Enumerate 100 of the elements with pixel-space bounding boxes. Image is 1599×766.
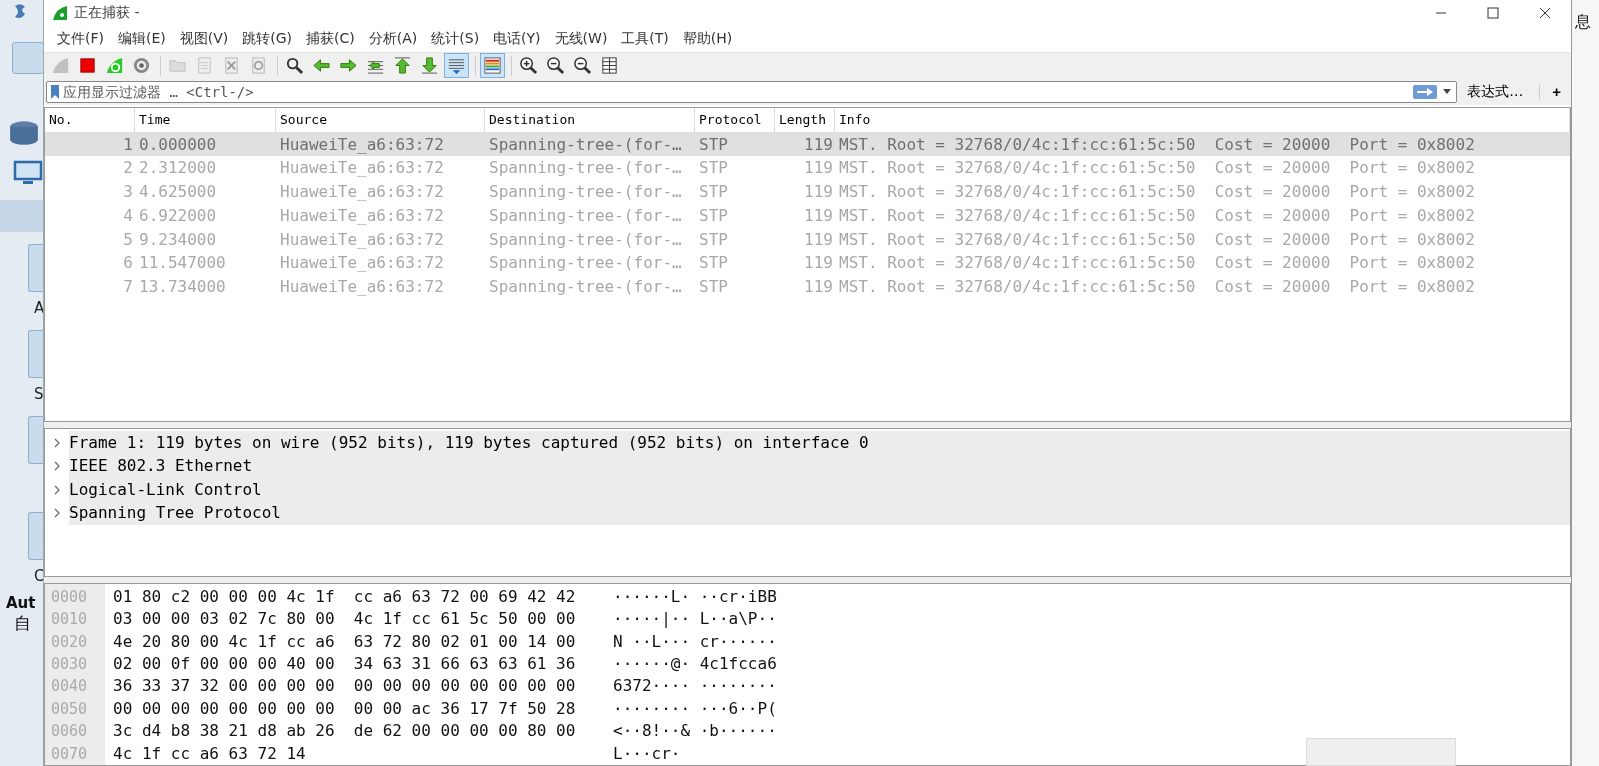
hex-bytes: 36 33 37 32 00 00 00 00 00 00 00 00 00 00 00 00 [113, 675, 577, 698]
tree-item[interactable]: Frame 1: 119 bytes on wire (952 bits), 119 bytes captured (952 bits) on interface 0 [69, 430, 1570, 455]
table-cell-text: 2.312000 [138, 157, 218, 180]
table-cell-text: 0.000000 [138, 133, 218, 156]
menu-item[interactable]: 工具(T) [614, 29, 676, 48]
table-cell-text: HuaweiTe_a6:63:72 [279, 204, 445, 227]
table-cell-text: 2 [122, 157, 134, 180]
menu-item[interactable]: 编辑(E) [111, 29, 173, 48]
ascii-text: ······@· 4c1fcca6 [613, 652, 777, 675]
add-filter-button[interactable]: + [1546, 83, 1567, 101]
device-label: C [34, 566, 43, 586]
filter-input[interactable]: 应用显示过滤器 … <Ctrl-/> [63, 83, 1414, 100]
table-cell-text: Spanning-tree-(for-… [488, 157, 683, 180]
table-cell-text: 4 [122, 204, 134, 227]
chevron-icon[interactable] [53, 508, 61, 518]
table-cell-text: HuaweiTe_a6:63:72 [279, 181, 445, 204]
byte-offset: 0000 [50, 586, 89, 608]
table-cell-text: STP [698, 204, 729, 227]
table-cell-text: 3 [122, 181, 134, 204]
table-cell-text: STP [698, 252, 729, 275]
table-cell-text: STP [698, 228, 729, 251]
table-cell-text: 119 [803, 252, 834, 275]
ascii-text: ·····|·· L··a\P·· [613, 608, 777, 631]
menu-item[interactable]: 电话(Y) [486, 29, 548, 48]
chevron-icon[interactable] [53, 437, 61, 448]
table-cell-text: 119 [803, 133, 834, 156]
hex-bytes: 03 00 00 03 02 7c 80 00 4c 1f cc 61 5c 50 00 00 [113, 608, 577, 631]
table-cell-text: HuaweiTe_a6:63:72 [279, 157, 445, 180]
ascii-text: N ··L··· cr······ [613, 630, 777, 653]
chevron-icon[interactable] [53, 484, 61, 495]
table-cell-text: 119 [803, 228, 834, 251]
menu-item[interactable]: 跳转(G) [235, 29, 300, 48]
expression-button[interactable]: 表达式… [1457, 82, 1534, 101]
menu-item[interactable]: 分析(A) [361, 29, 425, 48]
table-cell-text: MST. Root = 32768/0/4c:1f:cc:61:5c:50 Cost = 20000 Port = 0x8002 [838, 275, 1476, 298]
byte-offset: 0010 [50, 609, 89, 631]
byte-offset: 0070 [50, 743, 89, 765]
table-cell-text: HuaweiTe_a6:63:72 [279, 275, 445, 298]
byte-offset: 0050 [50, 698, 89, 720]
table-cell-text: 119 [803, 204, 834, 227]
tree-item[interactable]: IEEE 802.3 Ethernet [69, 454, 1570, 478]
table-cell-text: STP [698, 275, 729, 298]
ascii-text: ······L· ··cr·iBB [613, 585, 777, 608]
autoscroll-icon[interactable] [444, 53, 469, 79]
byte-offset: 0060 [50, 721, 89, 743]
menu-item[interactable]: 帮助(H) [675, 29, 740, 48]
ascii-text: ········ ···6··P( [613, 697, 777, 720]
column-header[interactable]: Info [835, 107, 1570, 132]
hex-bytes: 4e 20 80 00 4c 1f cc a6 63 72 80 02 01 00 14 00 [113, 630, 577, 653]
panel-heading: Aut [6, 594, 36, 612]
menu-item[interactable]: 文件(F) [50, 29, 111, 48]
table-cell-text: MST. Root = 32768/0/4c:1f:cc:61:5c:50 Cost = 20000 Port = 0x8002 [838, 157, 1476, 180]
table-cell-text: HuaweiTe_a6:63:72 [279, 133, 445, 156]
table-cell-text: MST. Root = 32768/0/4c:1f:cc:61:5c:50 Cost = 20000 Port = 0x8002 [838, 181, 1476, 204]
column-header[interactable]: Time [135, 107, 276, 132]
table-cell-text: STP [698, 181, 729, 204]
table-cell-text: 119 [803, 181, 834, 204]
menu-item[interactable]: 无线(W) [547, 29, 615, 48]
color-lines-icon[interactable] [480, 53, 505, 79]
table-cell-text: STP [698, 157, 729, 180]
table-cell-text: 9.234000 [138, 228, 218, 251]
hex-bytes: 02 00 0f 00 00 00 40 00 34 63 31 66 63 63 61 36 [113, 652, 577, 675]
dropdown-caret-icon[interactable] [1443, 89, 1452, 95]
filter-field[interactable]: 应用显示过滤器 … <Ctrl-/> [46, 80, 1458, 103]
byte-offset: 0030 [50, 653, 89, 675]
packet-row[interactable]: 1 0.000000 HuaweiTe_a6:63:72 Spanning-tree-(for-… STP 119 MST. Root = 32768/0/4c:1f:cc:61:5c:50 Cost = 20000 Port = 0x8002 [45, 132, 1570, 157]
column-header[interactable]: Source [276, 107, 485, 132]
table-cell-text: Spanning-tree-(for-… [488, 181, 683, 204]
tree-item[interactable]: Spanning Tree Protocol [69, 501, 1570, 525]
close-icon [1539, 7, 1551, 19]
table-cell-text: Spanning-tree-(for-… [488, 133, 683, 156]
column-header[interactable]: No. [45, 107, 135, 132]
chevron-icon[interactable] [53, 461, 61, 471]
hex-bytes: 00 00 00 00 00 00 00 00 00 00 ac 36 17 7f 50 28 [113, 697, 577, 720]
table-cell-text: MST. Root = 32768/0/4c:1f:cc:61:5c:50 Cost = 20000 Port = 0x8002 [838, 133, 1476, 156]
table-cell-text: 13.734000 [138, 275, 227, 298]
menu-item[interactable]: 捕获(C) [299, 29, 362, 48]
table-cell-text: Spanning-tree-(for-… [488, 228, 683, 251]
table-cell-text: MST. Root = 32768/0/4c:1f:cc:61:5c:50 Cost = 20000 Port = 0x8002 [838, 228, 1476, 251]
hex-bytes: 3c d4 b8 38 21 d8 ab 26 de 62 00 00 00 00 80 00 [113, 720, 577, 743]
ascii-text: 6372···· ········ [613, 675, 777, 698]
column-header[interactable]: Destination [485, 107, 695, 132]
device-label: S [34, 384, 43, 404]
table-cell-text: 4.625000 [138, 181, 218, 204]
table-cell-text: Spanning-tree-(for-… [488, 204, 683, 227]
panel-text: 自 [14, 612, 31, 635]
byte-offset: 0020 [50, 631, 89, 653]
ascii-text: <··8!··& ·b······ [613, 720, 777, 743]
tree-item[interactable]: Logical-Link Control [69, 477, 1570, 502]
bookmark-icon [51, 84, 59, 99]
column-header[interactable]: Length [775, 107, 835, 132]
column-header[interactable]: Protocol [695, 107, 775, 132]
menu-item[interactable]: 视图(V) [172, 29, 236, 48]
maximize-icon [1487, 7, 1499, 19]
menu-item[interactable]: 统计(S) [424, 29, 487, 48]
window-title: 正在捕获 - [74, 4, 140, 22]
table-cell-text: HuaweiTe_a6:63:72 [279, 228, 445, 251]
table-cell-text: MST. Root = 32768/0/4c:1f:cc:61:5c:50 Cost = 20000 Port = 0x8002 [838, 252, 1476, 275]
byte-offset: 0040 [50, 676, 89, 698]
table-cell-text: 5 [122, 228, 134, 251]
